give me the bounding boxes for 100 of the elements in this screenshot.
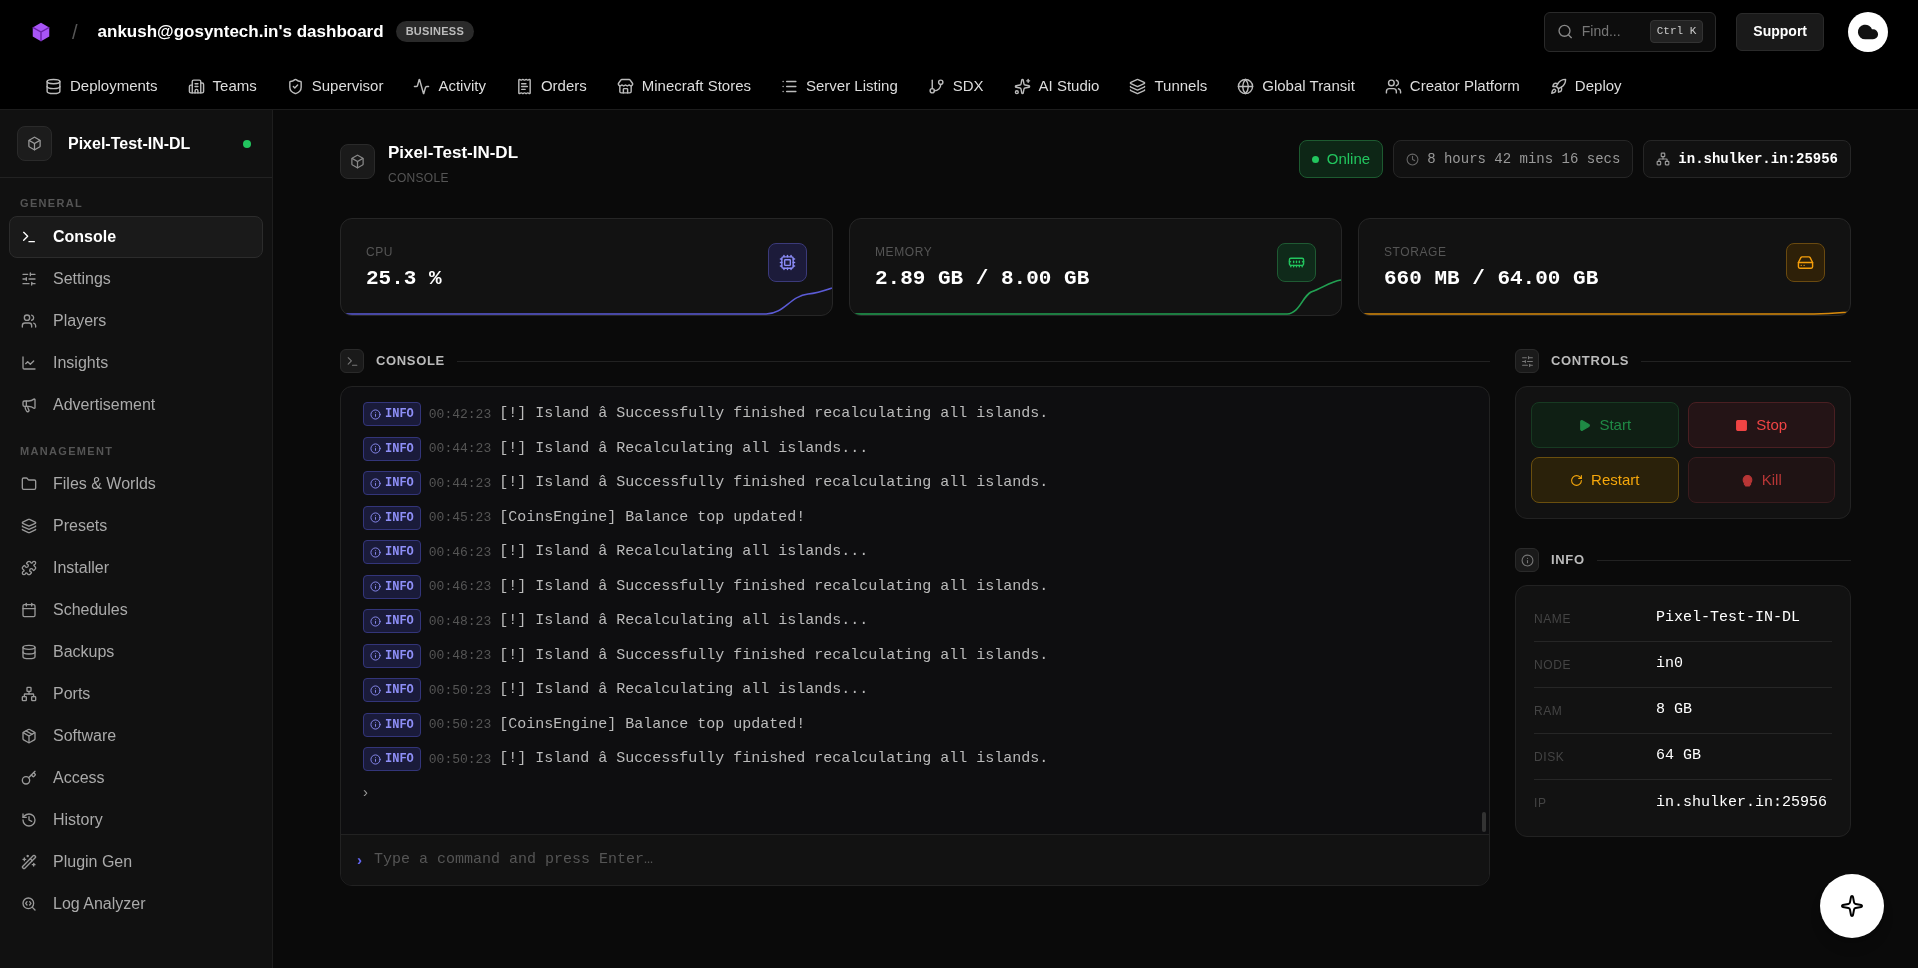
sidebar-item[interactable]: Settings <box>9 257 263 300</box>
rocket-icon <box>1549 77 1567 95</box>
sidebar-item[interactable]: Software <box>9 715 263 757</box>
power-button[interactable]: Restart <box>1531 457 1679 503</box>
power-button[interactable]: Stop <box>1687 402 1835 448</box>
nav-link[interactable]: Global Transit <box>1237 74 1355 98</box>
layers-icon <box>21 518 37 534</box>
search-icon <box>1557 23 1574 41</box>
level-badge: INFO <box>363 505 421 530</box>
puzzle-icon <box>21 560 37 576</box>
receipt-icon <box>515 77 533 95</box>
power-button[interactable]: Start <box>1531 402 1679 448</box>
level-badge: INFO <box>363 471 421 496</box>
address-badge: in.shulker.in:25956 <box>1643 140 1851 178</box>
level-badge: INFO <box>363 574 421 599</box>
sidebar-item[interactable]: Players <box>9 299 263 342</box>
megaphone-icon <box>21 396 37 413</box>
support-button[interactable]: Support <box>1736 12 1824 51</box>
sidebar-item[interactable]: Files & Worlds <box>9 463 263 505</box>
folder-icon <box>21 476 37 492</box>
dashboard-title[interactable]: ankush@gosyntech.in's dashboard <box>97 18 384 45</box>
stat-value: 660 MB / 64.00 GB <box>1384 266 1599 292</box>
nav-link[interactable]: Supervisor <box>286 74 384 98</box>
sidebar-item[interactable]: Console <box>9 215 263 258</box>
nav-link[interactable]: Deploy <box>1549 74 1622 98</box>
stat-label: CPU <box>366 244 395 261</box>
info-value: in0 <box>1656 654 1683 675</box>
sidebar-item[interactable]: Access <box>9 757 263 799</box>
play-icon <box>1578 418 1592 432</box>
database-icon <box>21 644 37 660</box>
sidebar-item[interactable]: Presets <box>9 505 263 547</box>
search-input[interactable]: Find... <box>1581 21 1642 43</box>
nav-link[interactable]: Tunnels <box>1129 74 1208 98</box>
sidebar-item[interactable]: Backups <box>9 631 263 673</box>
building-icon <box>187 77 205 95</box>
sidebar-item[interactable]: Ports <box>9 673 263 715</box>
users-icon <box>21 312 37 329</box>
stat-label: STORAGE <box>1384 244 1448 261</box>
log-time: 00:48:23 <box>428 612 492 631</box>
command-input[interactable]: Type a command and press Enter… <box>374 848 1473 872</box>
log-time: 00:46:23 <box>428 578 492 596</box>
nav-link[interactable]: AI Studio <box>1013 74 1100 98</box>
section-heading: MANAGEMENT <box>19 443 115 459</box>
level-badge: INFO <box>363 436 421 461</box>
nav-link[interactable]: Creator Platform <box>1384 74 1520 98</box>
nav-link[interactable]: Minecraft Stores <box>616 74 751 98</box>
info-value: in.shulker.in:25956 <box>1656 792 1828 813</box>
log-time: 00:50:23 <box>428 716 492 734</box>
info-value: Pixel-Test-IN-DL <box>1656 608 1801 629</box>
sidebar-item[interactable]: History <box>9 799 263 841</box>
chart-icon <box>21 354 37 371</box>
sidebar-item[interactable]: Advertisement <box>9 383 263 426</box>
database-icon <box>45 77 62 95</box>
scrollbar-thumb <box>1482 812 1486 832</box>
command-field[interactable]: › Type a command and press Enter… <box>341 834 1489 885</box>
level-badge: INFO <box>363 712 421 737</box>
sidebar-item[interactable]: Log Analyzer <box>9 883 263 925</box>
sparkles-icon <box>1013 77 1031 95</box>
nav-link[interactable]: Server Listing <box>781 74 898 98</box>
branch-icon <box>927 77 945 95</box>
nav-link[interactable]: SDX <box>927 74 984 98</box>
history-icon <box>21 812 37 828</box>
log-message: [!] Island â Recalculating all islands... <box>499 438 869 459</box>
prompt-caret: › <box>357 849 362 870</box>
log-time: 00:50:23 <box>428 750 492 769</box>
log-time: 00:44:23 <box>428 440 492 458</box>
sidebar-item[interactable]: Plugin Gen <box>9 841 263 883</box>
terminal-icon <box>340 349 364 373</box>
server-name[interactable]: Pixel-Test-IN-DL <box>68 131 227 156</box>
users-icon <box>1384 77 1402 95</box>
memory-icon <box>1277 243 1316 282</box>
package-icon <box>21 728 37 744</box>
level-badge: INFO <box>363 678 421 703</box>
info-value: 8 GB <box>1656 700 1692 721</box>
cube-logo-icon[interactable] <box>30 20 52 43</box>
cube-icon <box>350 154 365 169</box>
sidebar-item[interactable]: Schedules <box>9 589 263 631</box>
restart-icon <box>1570 473 1584 487</box>
layers-icon <box>1129 77 1147 95</box>
level-badge: INFO <box>363 402 421 427</box>
nav-link[interactable]: Teams <box>187 74 257 98</box>
network-icon <box>21 686 37 702</box>
globe-icon <box>1237 77 1255 95</box>
section-heading: GENERAL <box>19 196 85 211</box>
page-subtitle: CONSOLE <box>388 169 450 187</box>
avatar[interactable] <box>1848 11 1888 52</box>
sidebar-item[interactable]: Installer <box>9 547 263 589</box>
drive-icon <box>1786 243 1825 282</box>
store-icon <box>616 77 634 95</box>
nav-link[interactable]: Orders <box>515 74 587 98</box>
search-field[interactable]: Find... Ctrl K <box>1544 11 1717 52</box>
sidebar-item[interactable]: Insights <box>9 341 263 384</box>
section-title: CONSOLE <box>376 352 445 371</box>
nav-link[interactable]: Deployments <box>45 74 158 98</box>
output-caret: › <box>363 781 368 802</box>
log-time: 00:42:23 <box>428 405 492 424</box>
breadcrumb-separator: / <box>72 19 78 45</box>
log-message: [CoinsEngine] Balance top updated! <box>499 507 806 528</box>
nav-link[interactable]: Activity <box>413 74 486 98</box>
log-message: [!] Island â Successfully finished recalculating all islands. <box>499 576 1049 597</box>
